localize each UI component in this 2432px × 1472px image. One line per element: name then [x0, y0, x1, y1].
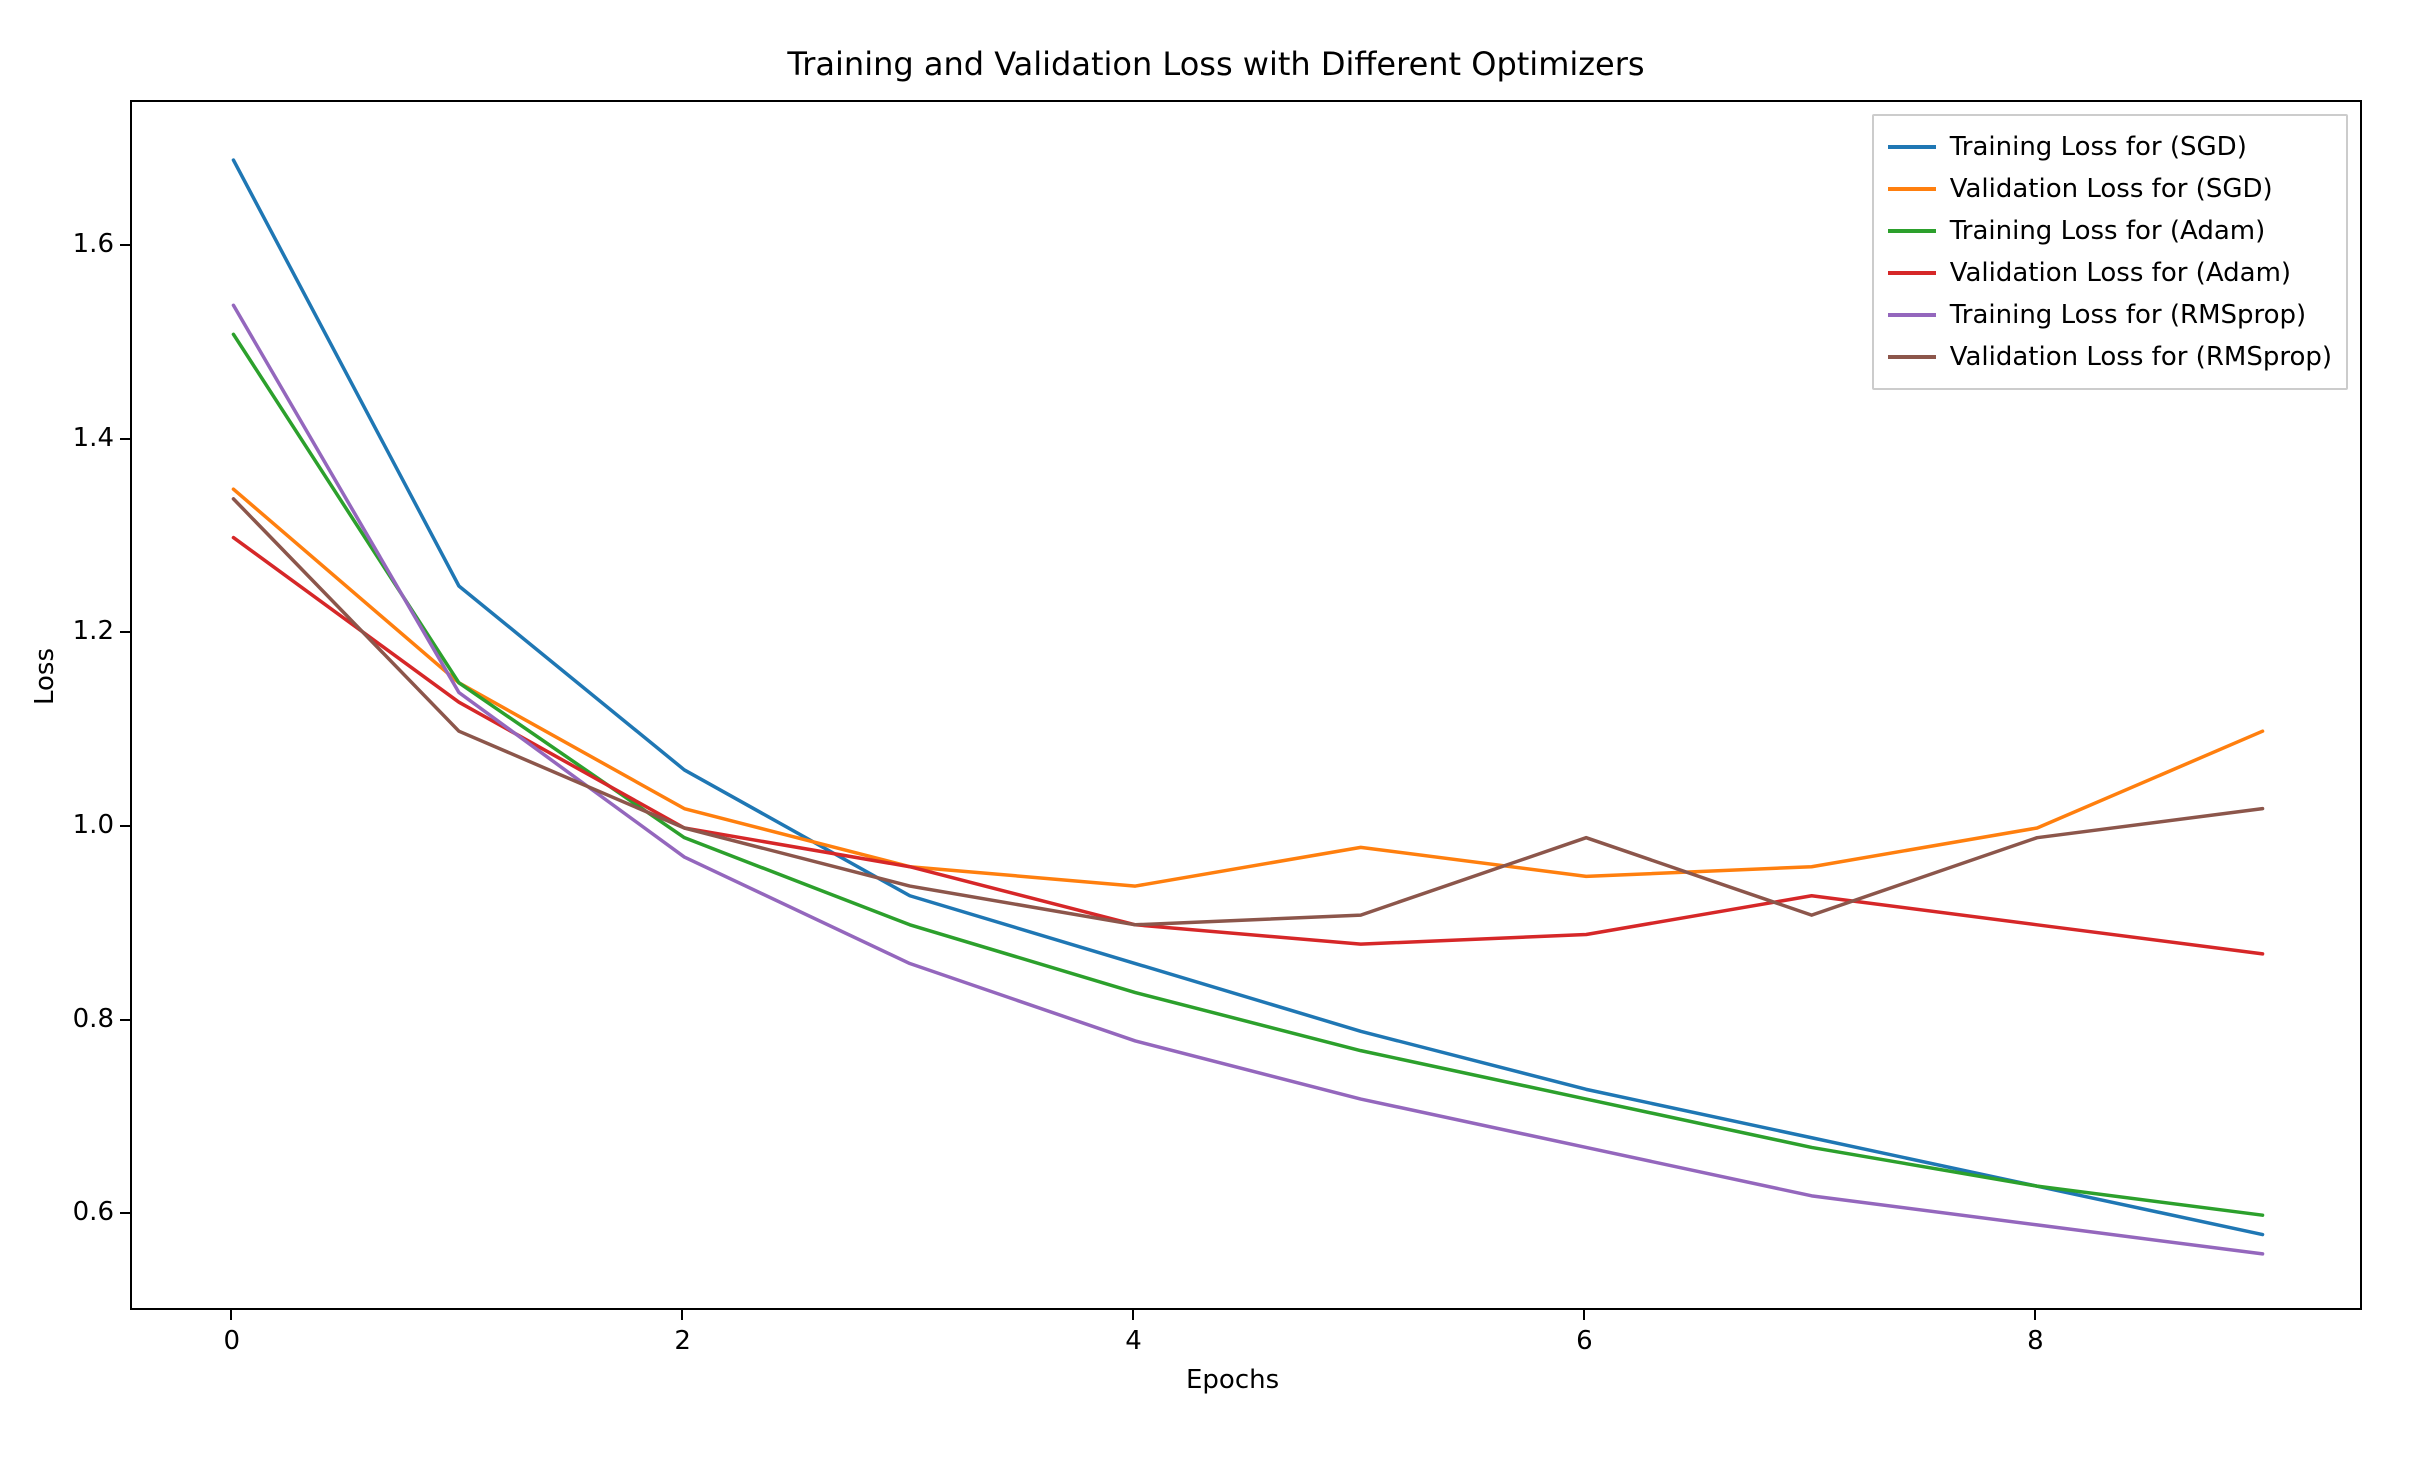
- x-tick-label: 0: [223, 1326, 240, 1356]
- legend-item: Training Loss for (RMSprop): [1888, 294, 2332, 336]
- y-tick-mark: [120, 631, 130, 633]
- x-tick-mark: [230, 1310, 232, 1320]
- series-line: [233, 305, 2262, 1254]
- series-line: [233, 489, 2262, 886]
- x-tick-mark: [1583, 1310, 1585, 1320]
- plot-axes: Training Loss for (SGD) Validation Loss f…: [130, 100, 2362, 1310]
- legend-swatch: [1888, 271, 1936, 275]
- series-line: [233, 499, 2262, 925]
- y-tick-label: 0.8: [73, 1004, 114, 1034]
- x-tick-label: 8: [2027, 1326, 2044, 1356]
- x-axis-label: Epochs: [1186, 1365, 1279, 1395]
- y-tick-label: 1.0: [73, 810, 114, 840]
- legend-label: Training Loss for (RMSprop): [1950, 300, 2306, 330]
- x-tick-mark: [1132, 1310, 1134, 1320]
- chart-title: Training and Validation Loss with Differ…: [0, 45, 2432, 83]
- legend-swatch: [1888, 313, 1936, 317]
- series-line: [233, 538, 2262, 954]
- y-tick-mark: [120, 1019, 130, 1021]
- y-tick-mark: [120, 438, 130, 440]
- legend: Training Loss for (SGD) Validation Loss f…: [1872, 114, 2348, 390]
- legend-item: Validation Loss for (SGD): [1888, 168, 2332, 210]
- legend-item: Validation Loss for (RMSprop): [1888, 336, 2332, 378]
- x-tick-label: 6: [1576, 1326, 1593, 1356]
- x-tick-mark: [2034, 1310, 2036, 1320]
- y-tick-label: 1.6: [73, 229, 114, 259]
- y-axis-label: Loss: [30, 648, 60, 705]
- legend-label: Validation Loss for (RMSprop): [1950, 342, 2332, 372]
- y-tick-label: 1.4: [73, 423, 114, 453]
- y-tick-mark: [120, 825, 130, 827]
- legend-label: Validation Loss for (Adam): [1950, 258, 2291, 288]
- legend-swatch: [1888, 355, 1936, 359]
- x-tick-label: 2: [674, 1326, 691, 1356]
- legend-swatch: [1888, 145, 1936, 149]
- x-tick-label: 4: [1125, 1326, 1142, 1356]
- series-line: [233, 334, 2262, 1215]
- legend-swatch: [1888, 187, 1936, 191]
- legend-item: Training Loss for (Adam): [1888, 210, 2332, 252]
- legend-item: Validation Loss for (Adam): [1888, 252, 2332, 294]
- y-tick-mark: [120, 244, 130, 246]
- y-tick-label: 1.2: [73, 616, 114, 646]
- x-tick-mark: [681, 1310, 683, 1320]
- figure: Training and Validation Loss with Differ…: [0, 0, 2432, 1472]
- y-tick-mark: [120, 1212, 130, 1214]
- legend-label: Training Loss for (Adam): [1950, 216, 2266, 246]
- legend-item: Training Loss for (SGD): [1888, 126, 2332, 168]
- legend-label: Training Loss for (SGD): [1950, 132, 2247, 162]
- legend-label: Validation Loss for (SGD): [1950, 174, 2273, 204]
- y-tick-label: 0.6: [73, 1197, 114, 1227]
- legend-swatch: [1888, 229, 1936, 233]
